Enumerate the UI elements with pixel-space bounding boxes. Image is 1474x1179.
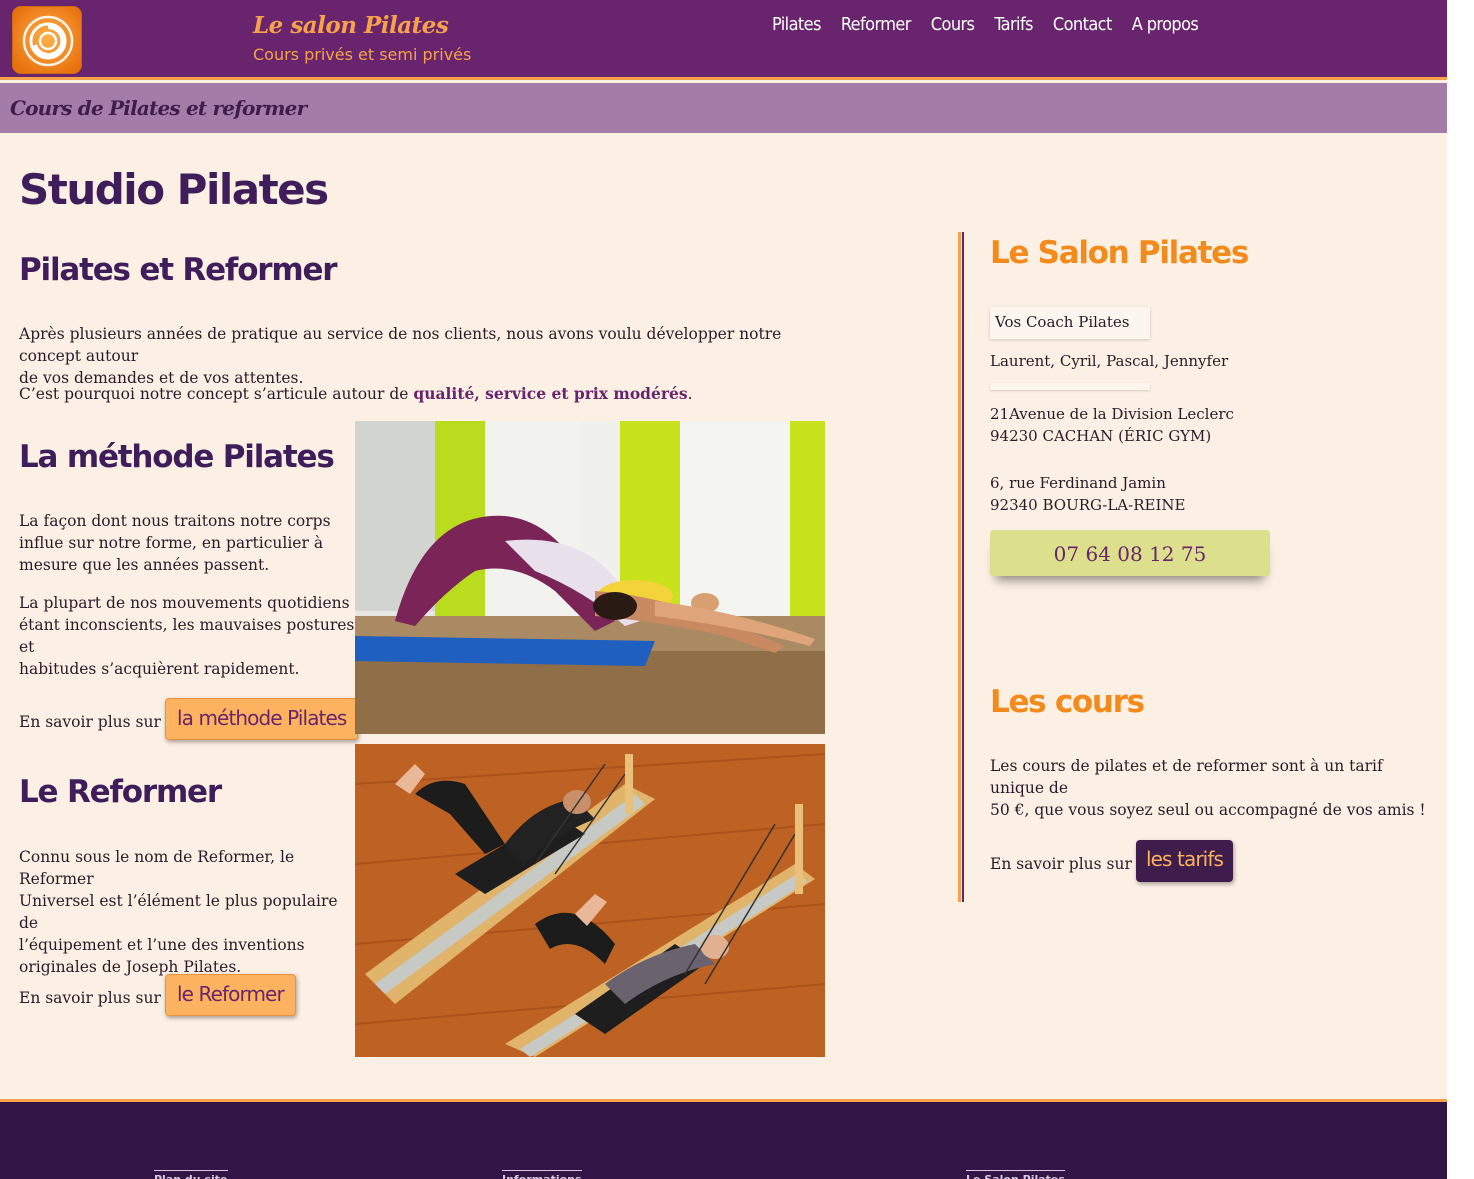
nav-cours[interactable]: Cours <box>931 14 975 35</box>
address-line: 21Avenue de la Division Leclerc <box>990 405 1234 423</box>
text-line: habitudes s’acquièrent rapidement. <box>19 660 300 678</box>
nav-tarifs[interactable]: Tarifs <box>994 14 1033 35</box>
more-label: En savoir plus sur : <box>19 713 172 731</box>
text-line: mesure que les années passent. <box>19 556 270 574</box>
tagline: Cours de Pilates et reformer <box>10 96 307 120</box>
spiral-logo-icon[interactable] <box>12 6 82 74</box>
more-label: En savoir plus sur : <box>19 989 172 1007</box>
text-line: l’équipement et l’une des inventions <box>19 936 305 954</box>
site-title[interactable]: Le salon Pilates <box>253 12 449 39</box>
methode-paragraph-2: La plupart de nos mouvements quotidiens … <box>19 592 359 680</box>
more-label: En savoir plus sur : <box>990 855 1143 873</box>
concept-highlight: qualité, service et prix modérés <box>413 384 688 403</box>
concept-text-end: . <box>687 385 693 403</box>
concept-text: C’est pourquoi notre concept s’articule … <box>19 385 414 403</box>
site-footer: Plan du site Informations Le Salon Pilat… <box>0 1099 1447 1179</box>
concept-paragraph: C’est pourquoi notre concept s’articule … <box>19 383 839 405</box>
text-line: La façon dont nous traitons notre corps <box>19 512 331 530</box>
tagline-bar: Cours de Pilates et reformer <box>0 83 1447 133</box>
address-line: 6, rue Ferdinand Jamin <box>990 474 1166 492</box>
nav-a-propos[interactable]: A propos <box>1132 14 1199 35</box>
divider-box <box>990 383 1150 390</box>
nav-reformer[interactable]: Reformer <box>841 14 912 35</box>
pilates-class-photo <box>355 421 825 734</box>
tarifs-button[interactable]: les tarifs <box>1136 840 1233 882</box>
intro-paragraph: Après plusieurs années de pratique au se… <box>19 323 839 389</box>
reformer-button[interactable]: le Reformer <box>165 974 296 1016</box>
coach-label-box: Vos Coach Pilates <box>990 307 1150 339</box>
text-line: Les cours de pilates et de reformer sont… <box>990 757 1383 797</box>
sidebar-divider <box>958 232 964 902</box>
text-line: La plupart de nos mouvements quotidiens <box>19 594 350 612</box>
main-nav: Pilates Reformer Cours Tarifs Contact A … <box>772 14 1218 35</box>
address-line: 92340 BOURG-LA-REINE <box>990 496 1186 514</box>
site-header: Le salon Pilates Cours privés et semi pr… <box>0 0 1447 80</box>
page: Le salon Pilates Cours privés et semi pr… <box>0 0 1447 1179</box>
text-line: Universel est l’élément le plus populair… <box>19 892 338 932</box>
text-line: influe sur notre forme, en particulier à <box>19 534 324 552</box>
reformer-paragraph: Connu sous le nom de Reformer, le Reform… <box>19 846 359 978</box>
text-line: étant inconscients, les mauvaises postur… <box>19 616 355 656</box>
methode-paragraph-1: La façon dont nous traitons notre corps … <box>19 510 349 576</box>
address-bourg-la-reine: 6, rue Ferdinand Jamin 92340 BOURG-LA-RE… <box>990 472 1185 516</box>
footer-heading-informations: Informations <box>502 1170 582 1179</box>
nav-pilates[interactable]: Pilates <box>772 14 821 35</box>
footer-heading-salon: Le Salon Pilates <box>966 1170 1065 1179</box>
phone-number-button[interactable]: 07 64 08 12 75 <box>990 530 1270 576</box>
sidebar-heading-cours: Les cours <box>990 684 1145 720</box>
coach-label: Vos Coach Pilates <box>995 313 1130 331</box>
text-line: 50 €, que vous soyez seul ou accompagné … <box>990 801 1426 819</box>
sidebar-heading-salon: Le Salon Pilates <box>990 235 1249 271</box>
section-heading-methode: La méthode Pilates <box>19 439 335 475</box>
page-title: Studio Pilates <box>19 165 329 214</box>
cours-paragraph: Les cours de pilates et de reformer sont… <box>990 755 1435 821</box>
section-heading-pilates-reformer: Pilates et Reformer <box>19 252 338 288</box>
address-line: 94230 CACHAN (ÉRIC GYM) <box>990 427 1212 445</box>
text-line: Connu sous le nom de Reformer, le Reform… <box>19 848 295 888</box>
methode-pilates-button[interactable]: la méthode Pilates <box>165 698 359 740</box>
footer-heading-plan: Plan du site <box>154 1170 228 1179</box>
site-subtitle: Cours privés et semi privés <box>253 45 472 64</box>
reformer-machines-photo <box>355 744 825 1057</box>
section-heading-reformer: Le Reformer <box>19 774 222 810</box>
coach-names: Laurent, Cyril, Pascal, Jennyfer <box>990 352 1229 370</box>
address-cachan: 21Avenue de la Division Leclerc 94230 CA… <box>990 403 1234 447</box>
nav-contact[interactable]: Contact <box>1053 14 1112 35</box>
intro-line: Après plusieurs années de pratique au se… <box>19 325 782 365</box>
